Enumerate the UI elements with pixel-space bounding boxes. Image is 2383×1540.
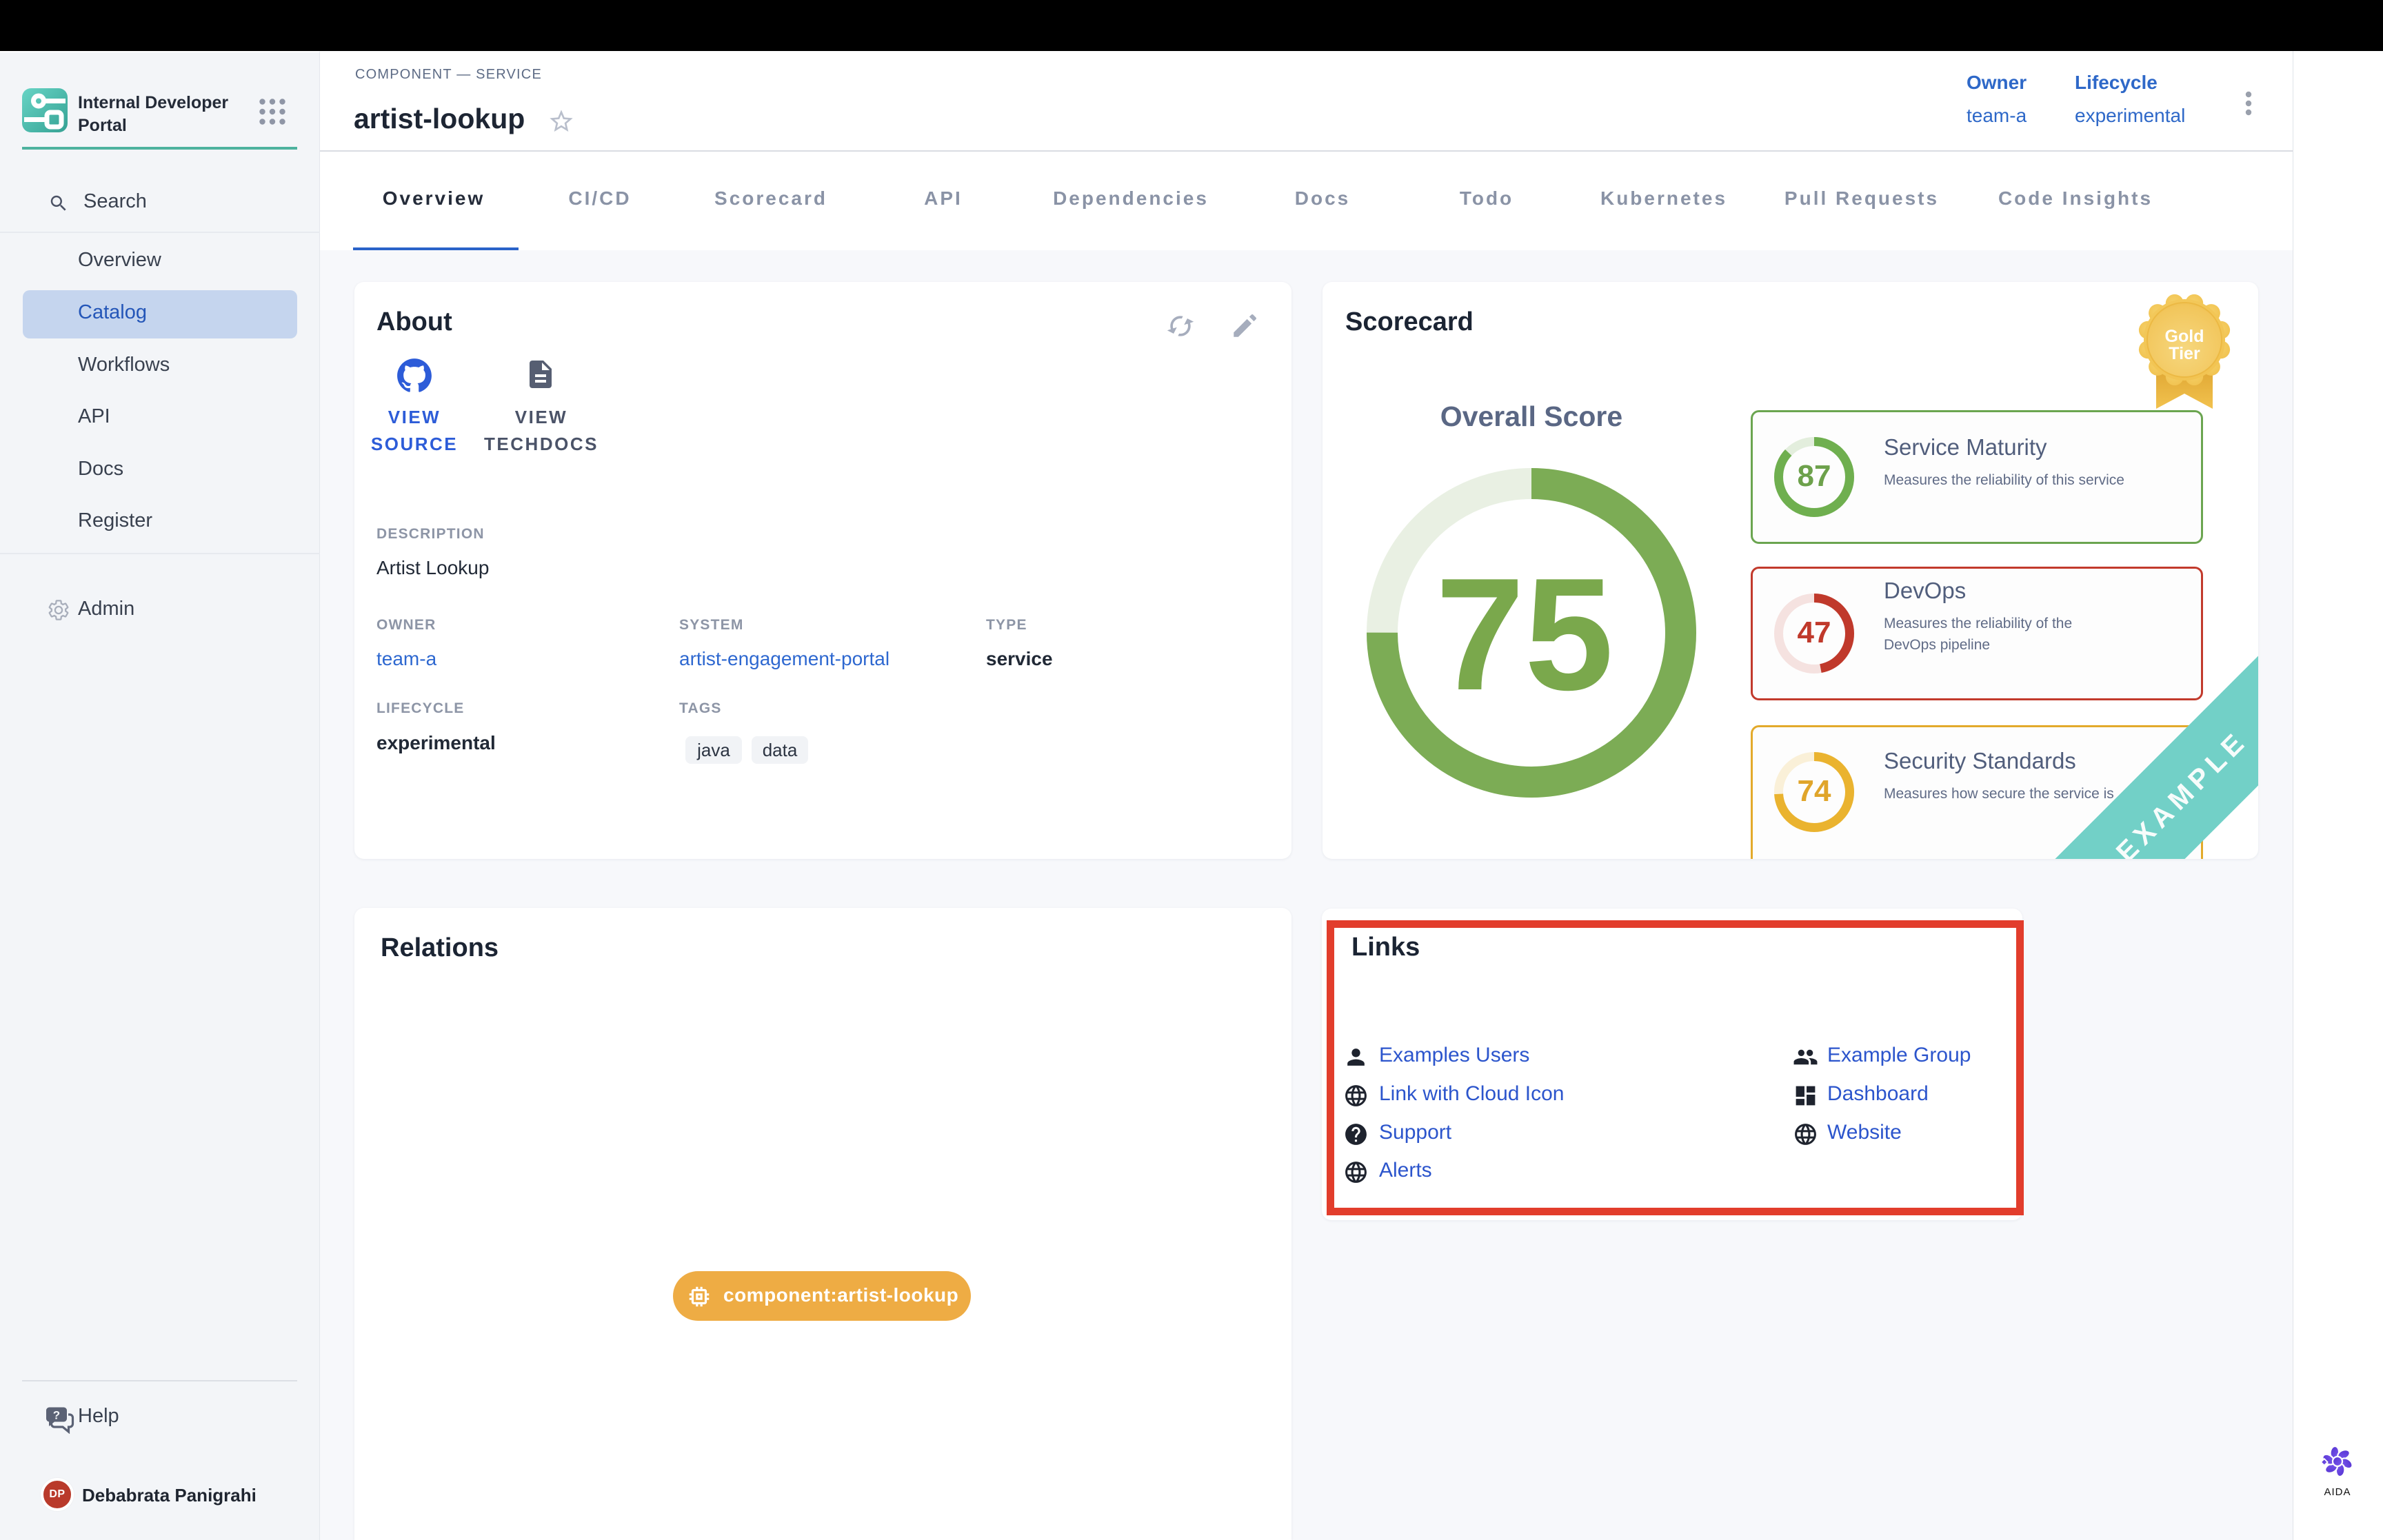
svg-text:?: ?: [53, 1409, 60, 1422]
svg-text:Tier: Tier: [2169, 344, 2200, 363]
svg-text:Gold: Gold: [2165, 327, 2204, 346]
